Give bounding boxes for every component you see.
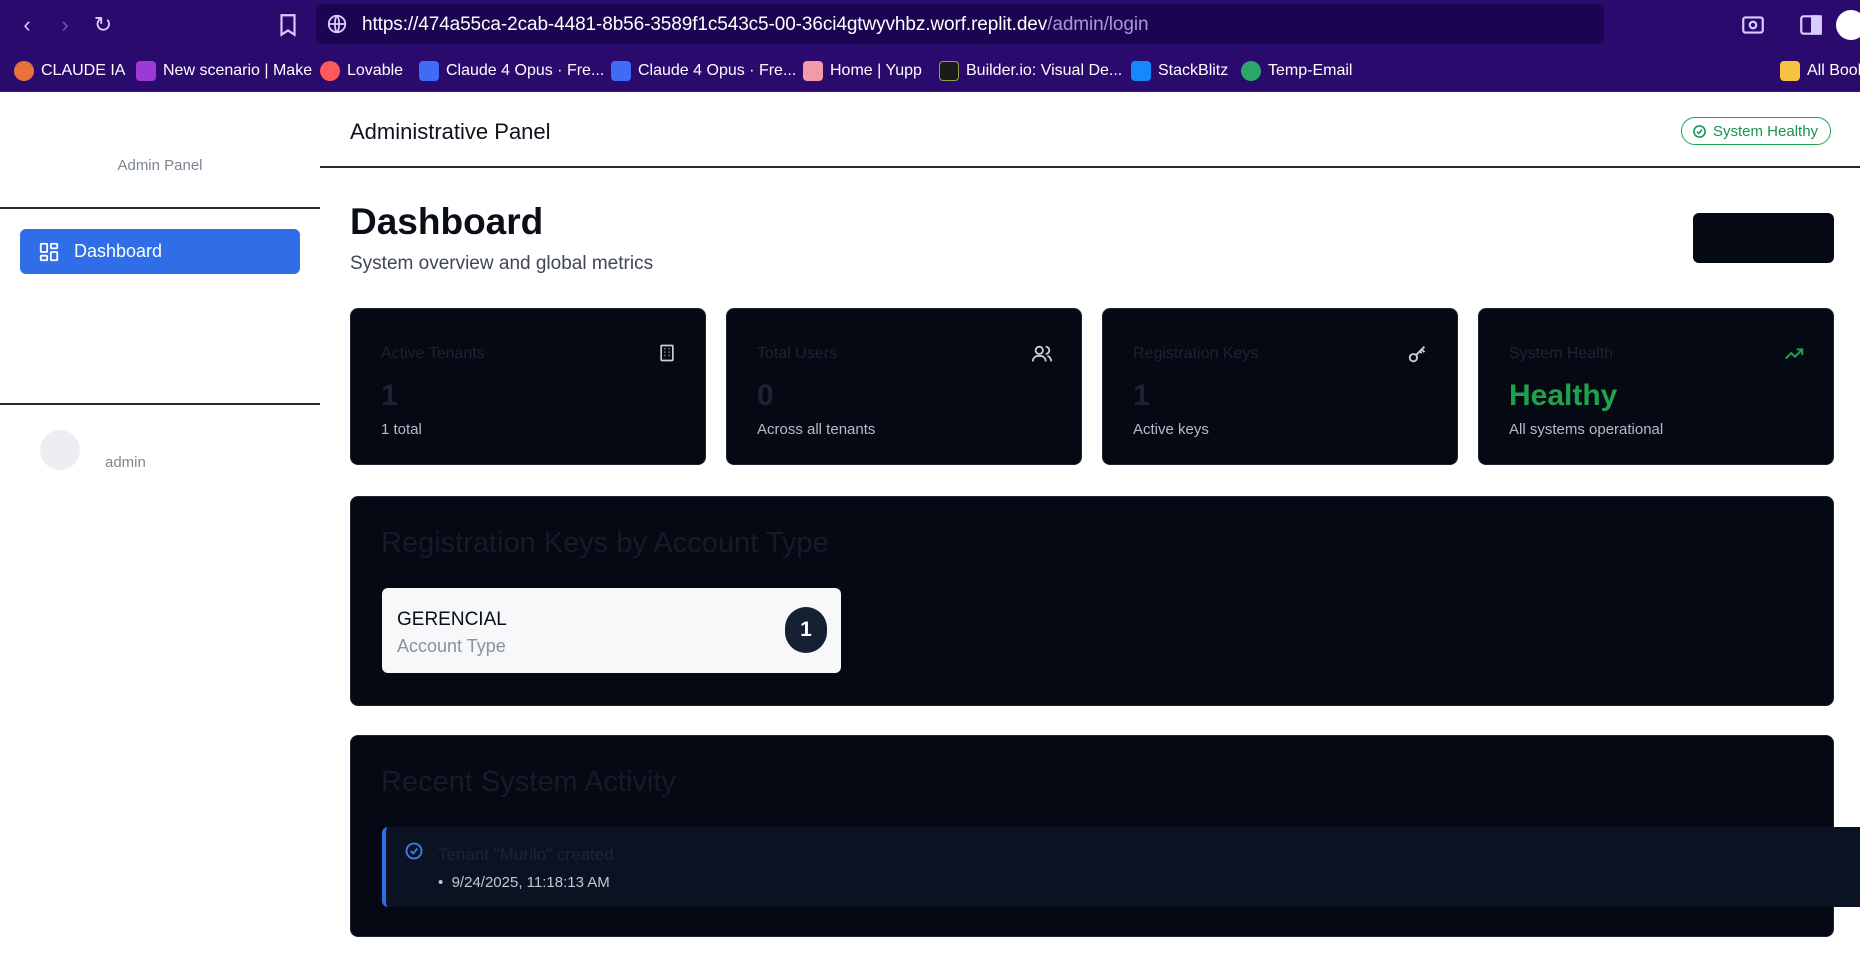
stat-label: Active Tenants <box>381 345 485 362</box>
activity-text: Tenant "Murilo" created <box>438 845 614 864</box>
claude-icon <box>14 61 34 81</box>
bookmark-temp-email[interactable]: Temp-Email <box>1241 58 1352 84</box>
url-host: https://474a55ca-2cab-4481-8b56-3589f1c5… <box>362 14 1048 35</box>
url-path: /admin/login <box>1047 14 1149 35</box>
stat-value: 1 <box>381 379 398 412</box>
ai-icon <box>611 61 631 81</box>
avatar[interactable] <box>40 430 80 470</box>
stat-label: Registration Keys <box>1133 345 1259 362</box>
stat-sub: Across all tenants <box>757 421 876 438</box>
stat-value: Healthy <box>1509 379 1618 412</box>
sidebar-divider <box>0 403 320 405</box>
lovable-icon <box>320 61 340 81</box>
screen-capture-icon[interactable] <box>1740 12 1766 38</box>
header: Administrative Panel System Healthy <box>320 93 1860 168</box>
bookmarks-bar: CLAUDE IA New scenario | Make Lovable Cl… <box>0 50 1860 92</box>
sidebar-brand: Admin Panel <box>117 157 203 174</box>
url-text: https://474a55ca-2cab-4481-8b56-3589f1c5… <box>362 14 1149 36</box>
address-bar[interactable]: https://474a55ca-2cab-4481-8b56-3589f1c5… <box>316 4 1604 44</box>
profile-icon[interactable] <box>1836 10 1860 40</box>
browser-toolbar: ‹ › ↻ https://474a55ca-2cab-4481-8b56-35… <box>0 0 1860 50</box>
registration-keys-section: Registration Keys by Account Type GERENC… <box>350 496 1834 706</box>
header-title: Administrative Panel <box>350 119 551 144</box>
stat-card-active-tenants: Active Tenants 1 1 total <box>350 308 706 465</box>
bookmark-claude-ia[interactable]: CLAUDE IA <box>14 58 125 84</box>
bookmark-stackblitz[interactable]: StackBlitz <box>1131 58 1228 84</box>
reload-icon[interactable]: ↻ <box>88 10 118 40</box>
check-circle-icon <box>1693 124 1706 138</box>
trending-up-icon <box>1785 348 1804 360</box>
grid-icon <box>39 242 59 261</box>
sidebar-item-label: Dashboard <box>74 241 163 261</box>
sidebar-toggle-icon[interactable] <box>1798 12 1824 38</box>
stat-card-total-users: Total Users 0 Across all tenants <box>726 308 1082 465</box>
section-title: Registration Keys by Account Type <box>381 527 829 559</box>
count-badge: 1 <box>785 607 827 653</box>
make-icon <box>136 61 156 81</box>
users-icon <box>1031 345 1053 362</box>
builder-icon <box>939 61 959 81</box>
page-title: Dashboard <box>350 201 544 242</box>
stat-value: 1 <box>1133 379 1150 412</box>
forward-icon[interactable]: › <box>50 10 80 40</box>
bookmark-make[interactable]: New scenario | Make <box>136 58 312 84</box>
stat-sub: Active keys <box>1133 421 1209 438</box>
bookmark-builder[interactable]: Builder.io: Visual De... <box>939 58 1122 84</box>
bookmark-icon[interactable] <box>275 12 301 38</box>
action-button[interactable] <box>1693 213 1834 263</box>
account-type-card[interactable]: GERENCIAL Account Type 1 <box>382 588 841 673</box>
folder-icon <box>1780 61 1800 81</box>
activity-item: Tenant "Murilo" created • 9/24/2025, 11:… <box>382 827 1860 907</box>
back-icon[interactable]: ‹ <box>12 10 42 40</box>
bookmark-lovable[interactable]: Lovable <box>320 58 403 84</box>
stat-card-registration-keys: Registration Keys 1 Active keys <box>1102 308 1458 465</box>
activity-time: • 9/24/2025, 11:18:13 AM <box>438 874 610 891</box>
sidebar-item-dashboard[interactable]: Dashboard <box>20 229 300 274</box>
sidebar-divider <box>0 207 320 209</box>
stat-value: 0 <box>757 379 774 412</box>
stat-label: System Health <box>1509 345 1614 362</box>
stackblitz-icon <box>1131 61 1151 81</box>
app-root: Admin Panel Dashboard admin Administrati… <box>0 93 1860 966</box>
user-name: admin <box>105 454 146 471</box>
bookmark-claude-opus-2[interactable]: Claude 4 Opus · Fre... <box>611 58 796 84</box>
stat-sub: All systems operational <box>1509 421 1664 438</box>
check-circle-icon <box>405 842 423 860</box>
recent-activity-section: Recent System Activity Tenant "Murilo" c… <box>350 735 1860 937</box>
yupp-icon <box>803 61 823 81</box>
stat-card-system-health: System Health Healthy All systems operat… <box>1478 308 1834 465</box>
key-icon <box>1408 346 1426 363</box>
ai-icon <box>419 61 439 81</box>
status-badge: System Healthy <box>1681 117 1832 145</box>
section-title: Recent System Activity <box>381 766 676 798</box>
account-type-name: GERENCIAL <box>397 609 507 630</box>
page-subtitle: System overview and global metrics <box>350 253 654 274</box>
account-type-label: Account Type <box>397 636 506 656</box>
sidebar: Admin Panel Dashboard admin <box>0 93 320 966</box>
bookmark-yupp[interactable]: Home | Yupp <box>803 58 922 84</box>
stat-label: Total Users <box>757 345 838 362</box>
site-info-icon[interactable] <box>326 13 348 35</box>
stat-sub: 1 total <box>381 421 422 438</box>
bookmark-all-bookmarks[interactable]: All Book <box>1780 58 1860 84</box>
temp-email-icon <box>1241 61 1261 81</box>
building-icon <box>660 344 674 362</box>
bookmark-claude-opus-1[interactable]: Claude 4 Opus · Fre... <box>419 58 604 84</box>
